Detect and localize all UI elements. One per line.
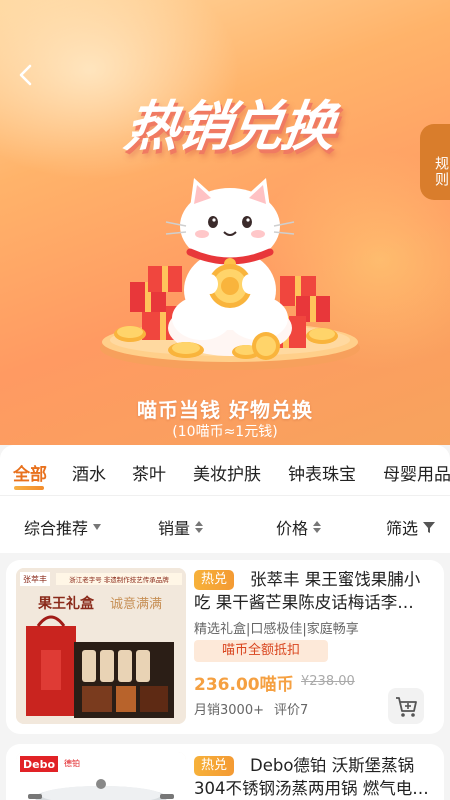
deduct-badge: 喵币全额抵扣 bbox=[194, 640, 328, 662]
gift-box-image: 张萃丰 浙江老字号 非遗制作技艺传承品牌 果王礼盒 诚意满满 bbox=[16, 568, 186, 724]
hero-exchange-rate: (10喵币≈1元钱) bbox=[172, 424, 278, 440]
tab-tea[interactable]: 茶叶 bbox=[132, 460, 166, 485]
heritage-text: 浙江老字号 非遗制作技艺传承品牌 bbox=[69, 575, 169, 584]
sort-price-label: 价格 bbox=[276, 519, 309, 538]
filter-button[interactable]: 筛选 bbox=[386, 515, 436, 539]
product-image: Debo 德铂 bbox=[16, 752, 186, 800]
steamer-pot-image: Debo 德铂 bbox=[16, 752, 186, 800]
rules-button[interactable]: 规则 bbox=[420, 124, 450, 200]
sort-price[interactable]: 价格 bbox=[276, 515, 322, 539]
tab-beauty[interactable]: 美妆护肤 bbox=[193, 460, 261, 485]
tab-jewelry[interactable]: 钟表珠宝 bbox=[288, 460, 356, 485]
sort-default[interactable]: 综合推荐 bbox=[24, 515, 102, 539]
add-to-cart-button[interactable] bbox=[388, 688, 424, 724]
active-tab-indicator bbox=[14, 486, 44, 490]
sort-default-label: 综合推荐 bbox=[24, 519, 89, 538]
back-button[interactable] bbox=[14, 60, 40, 90]
chevron-left-icon bbox=[19, 64, 32, 86]
product-card[interactable]: 张萃丰 浙江老字号 非遗制作技艺传承品牌 果王礼盒 诚意满满 热兑 张萃丰 果王… bbox=[6, 560, 444, 734]
hero-banner: 热销兑换 规则 喵币当钱 好物兑换 (10喵币≈1元钱) bbox=[0, 0, 450, 445]
review-count: 评价7 bbox=[274, 703, 309, 718]
category-tabs: 全部 酒水 茶叶 美妆护肤 钟表珠宝 母婴用品 bbox=[0, 445, 450, 495]
filter-icon bbox=[423, 522, 436, 533]
brand-logo-text: Debo bbox=[23, 758, 55, 771]
gift-tagline-text: 诚意满满 bbox=[110, 596, 162, 612]
hero-slogan: 喵币当钱 好物兑换 bbox=[137, 398, 313, 422]
add-cart-icon bbox=[396, 697, 417, 717]
caret-down-icon bbox=[93, 524, 102, 530]
product-price: 236.00喵币 bbox=[194, 675, 294, 695]
original-price: ¥238.00 bbox=[301, 674, 355, 689]
product-card[interactable]: Debo 德铂 热兑 Debo德铂 沃斯堡蒸锅304不锈钢汤蒸两用锅 燃气电… bbox=[6, 744, 444, 800]
sort-arrows-icon bbox=[195, 521, 204, 533]
tab-all[interactable]: 全部 bbox=[13, 460, 47, 485]
brand-cn-text: 德铂 bbox=[64, 758, 80, 768]
product-title[interactable]: Debo德铂 沃斯堡蒸锅304不锈钢汤蒸两用锅 燃气电… bbox=[194, 754, 434, 800]
product-subtitle: 精选礼盒|口感极佳|家庭畅享 bbox=[194, 622, 359, 637]
product-title-text: Debo德铂 沃斯堡蒸锅304不锈钢汤蒸两用锅 燃气电… bbox=[194, 756, 429, 798]
brand-logo-text: 张萃丰 bbox=[23, 574, 47, 584]
sort-sales[interactable]: 销量 bbox=[158, 515, 204, 539]
product-image: 张萃丰 浙江老字号 非遗制作技艺传承品牌 果王礼盒 诚意满满 bbox=[16, 568, 186, 724]
monthly-sales: 月销3000+ bbox=[194, 703, 264, 718]
sort-sales-label: 销量 bbox=[158, 519, 191, 538]
sort-arrows-icon bbox=[313, 521, 322, 533]
gift-name-text: 果王礼盒 bbox=[37, 595, 95, 612]
tab-baby[interactable]: 母婴用品 bbox=[383, 460, 450, 485]
hero-title: 热销兑换 bbox=[120, 95, 338, 158]
sort-bar: 综合推荐 销量 价格 筛选 bbox=[0, 495, 450, 553]
product-title[interactable]: 张萃丰 果王蜜饯果脯小吃 果干酱芒果陈皮话梅话李… bbox=[194, 568, 434, 614]
product-title-text: 张萃丰 果王蜜饯果脯小吃 果干酱芒果陈皮话梅话李… bbox=[194, 570, 421, 612]
tab-wine[interactable]: 酒水 bbox=[72, 460, 106, 485]
lucky-cat-illustration bbox=[100, 178, 360, 370]
filter-label: 筛选 bbox=[386, 519, 419, 538]
